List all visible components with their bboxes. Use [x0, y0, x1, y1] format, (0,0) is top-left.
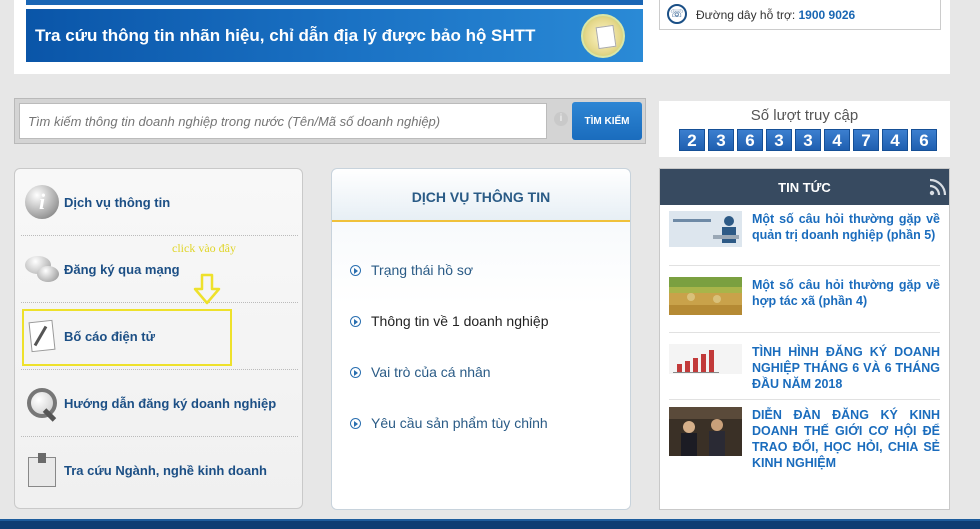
counter-digit: 4 [824, 129, 850, 151]
chat-icon [25, 252, 59, 286]
news-item-title: Một số câu hỏi thường gặp về quản trị do… [752, 212, 940, 242]
down-arrow-icon [193, 273, 221, 305]
news-item[interactable]: Một số câu hỏi thường gặp về quản trị do… [669, 211, 940, 266]
click-here-annotation: click vào đây [172, 241, 236, 255]
menu-item-registration-guide[interactable]: Hướng dẫn đăng ký doanh nghiệp [21, 370, 298, 437]
menu-item-label: Tra cứu Ngành, nghề kinh doanh [64, 463, 267, 478]
service-custom-product-request[interactable]: Yêu cầu sản phẩm tùy chỉnh [350, 415, 548, 431]
search-bar: i TÌM KIẾM [14, 98, 646, 144]
footer-bar [0, 519, 980, 529]
news-header: TIN TỨC [660, 169, 949, 205]
info-icon[interactable]: i [554, 112, 568, 126]
service-individual-role[interactable]: Vai trò của cá nhân [350, 364, 491, 380]
panel-title: DỊCH VỤ THÔNG TIN [411, 189, 551, 205]
rss-icon[interactable] [929, 178, 947, 196]
service-application-status[interactable]: Trạng thái hồ sơ [350, 262, 473, 278]
phone-icon: ☏ [667, 4, 687, 24]
panel-header: DỊCH VỤ THÔNG TIN [332, 169, 630, 222]
counter-digit: 4 [882, 129, 908, 151]
bar-chart-thumbnail [669, 344, 742, 374]
book-icon [25, 453, 59, 487]
news-item[interactable]: TÌNH HÌNH ĐĂNG KÝ DOANH NGHIỆP THÁNG 6 V… [669, 344, 940, 400]
counter-digits: 2 3 6 3 3 4 7 4 6 [679, 129, 937, 151]
search-button[interactable]: TÌM KIẾM [572, 102, 642, 140]
counter-title: Số lượt truy cập [750, 107, 859, 124]
banner-top-strip [26, 0, 643, 5]
qa-thumbnail [669, 211, 742, 247]
news-panel: TIN TỨC Một số câu hỏi thường gặp về quả… [659, 168, 950, 510]
news-item[interactable]: DIỄN ĐÀN ĐĂNG KÝ KINH DOANH THẾ GIỚI CƠ … [669, 407, 940, 487]
forum-photo-thumbnail [669, 407, 742, 456]
support-label: Đường dây hỗ trợ: [696, 8, 796, 22]
circle-arrow-icon [350, 367, 361, 378]
counter-digit: 7 [853, 129, 879, 151]
visit-counter: Số lượt truy cập 2 3 6 3 3 4 7 4 6 [659, 101, 950, 157]
news-item-title: TÌNH HÌNH ĐĂNG KÝ DOANH NGHIỆP THÁNG 6 V… [752, 345, 940, 391]
news-item[interactable]: Một số câu hỏi thường gặp về hợp tác xã … [669, 277, 940, 333]
trademark-lookup-banner[interactable]: Tra cứu thông tin nhãn hiệu, chỉ dẫn địa… [26, 9, 643, 62]
info-icon: i [25, 185, 59, 219]
counter-digit: 6 [737, 129, 763, 151]
menu-item-label: Hướng dẫn đăng ký doanh nghiệp [64, 396, 277, 411]
counter-digit: 3 [795, 129, 821, 151]
menu-item-information-services[interactable]: i Dịch vụ thông tin [21, 169, 298, 236]
document-search-icon [581, 14, 625, 58]
menu-item-business-lines-lookup[interactable]: Tra cứu Ngành, nghề kinh doanh [21, 437, 298, 504]
rice-field-thumbnail [669, 277, 742, 315]
counter-digit: 2 [679, 129, 705, 151]
support-phone[interactable]: 1900 9026 [799, 8, 856, 22]
magnifier-icon [25, 386, 59, 420]
support-hotline: ☏ Đường dây hỗ trợ: 1900 9026 [659, 0, 941, 30]
news-item-title: Một số câu hỏi thường gặp về hợp tác xã … [752, 278, 940, 308]
circle-arrow-icon [350, 418, 361, 429]
menu-item-label: Dịch vụ thông tin [64, 195, 171, 210]
counter-digit: 3 [708, 129, 734, 151]
news-title: TIN TỨC [778, 180, 831, 195]
counter-digit: 3 [766, 129, 792, 151]
banner-text: Tra cứu thông tin nhãn hiệu, chỉ dẫn địa… [35, 26, 536, 45]
menu-item-online-registration[interactable]: Đăng ký qua mạng [21, 236, 298, 303]
highlight-box [22, 309, 232, 366]
counter-digit: 6 [911, 129, 937, 151]
circle-arrow-icon [350, 316, 361, 327]
search-input[interactable] [19, 103, 547, 139]
news-item-title: DIỄN ĐÀN ĐĂNG KÝ KINH DOANH THẾ GIỚI CƠ … [752, 408, 940, 470]
service-enterprise-info[interactable]: Thông tin về 1 doanh nghiệp [350, 313, 548, 329]
circle-arrow-icon [350, 265, 361, 276]
menu-item-label: Đăng ký qua mạng [64, 262, 180, 277]
information-services-panel: DỊCH VỤ THÔNG TIN Trạng thái hồ sơ Thông… [331, 168, 631, 510]
